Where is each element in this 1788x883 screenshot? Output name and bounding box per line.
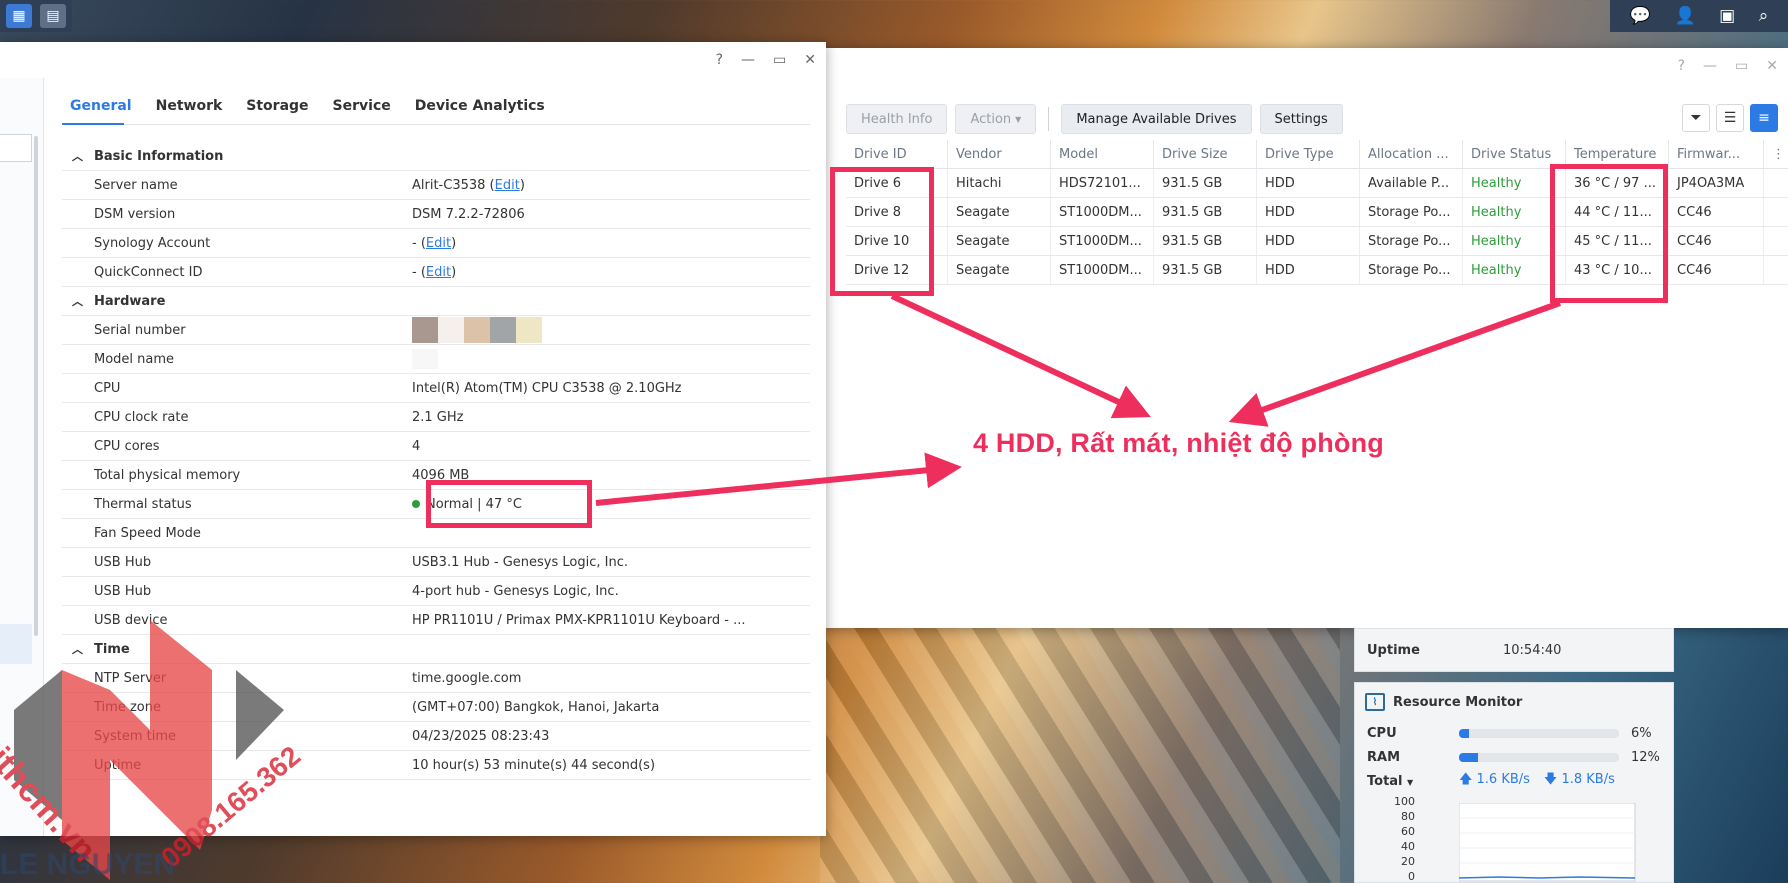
arrow <box>890 293 1151 419</box>
arrow <box>1228 300 1562 427</box>
watermark-logo: ithcm.vn 0908.165.362 LE NGUYEN <box>0 590 310 883</box>
arrow <box>595 452 962 506</box>
annotation-text: 4 HDD, Rất mát, nhiệt độ phòng <box>973 428 1384 458</box>
watermark-name: LE NGUYEN <box>0 848 176 881</box>
